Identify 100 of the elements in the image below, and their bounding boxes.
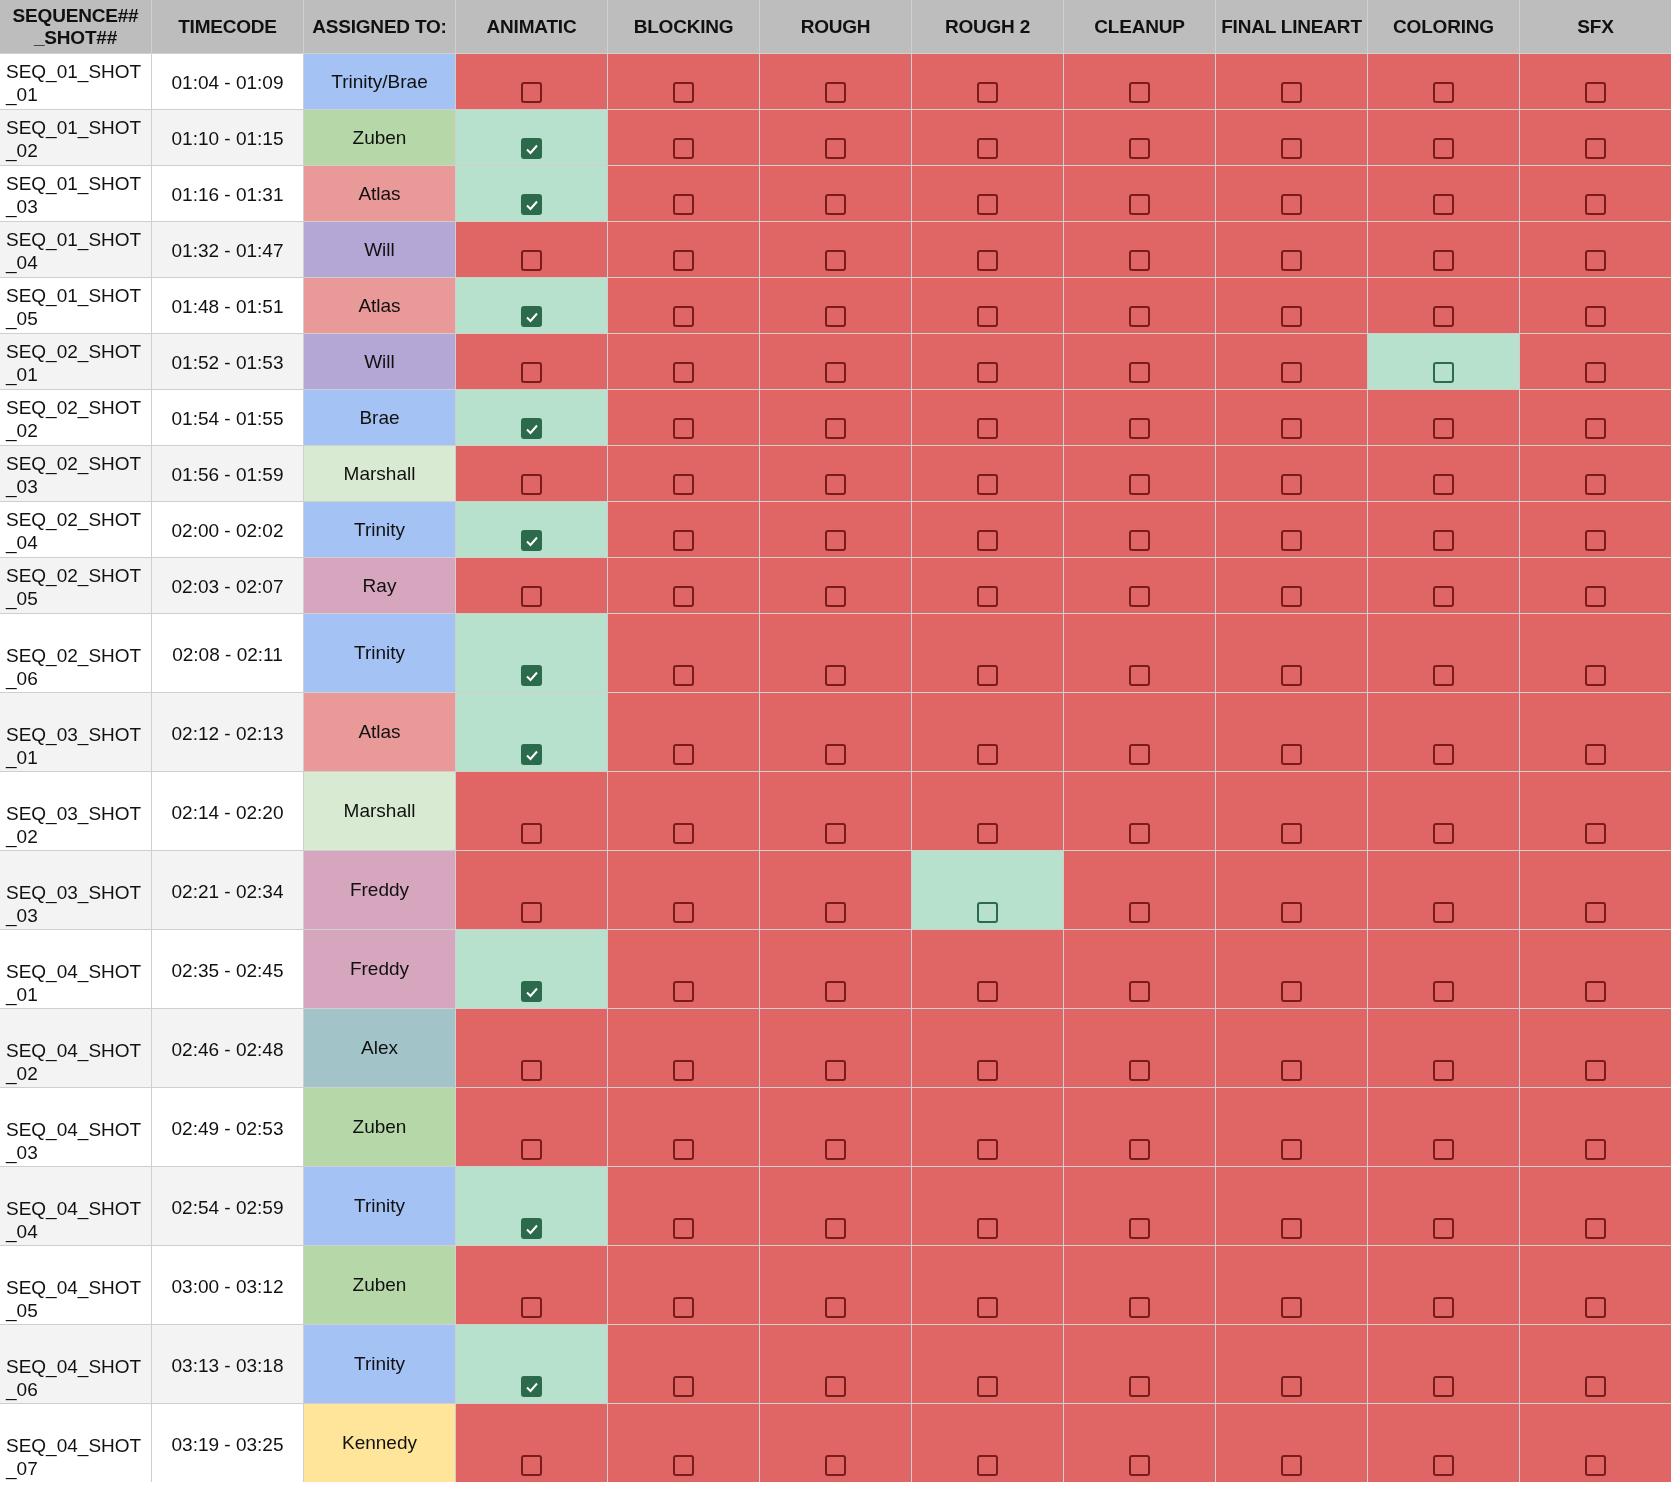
checkbox[interactable] [673,981,694,1002]
checkbox[interactable] [1433,981,1454,1002]
checkbox[interactable] [1281,1060,1302,1081]
checkbox[interactable] [1129,1376,1150,1397]
checkbox[interactable] [1585,138,1606,159]
checkbox[interactable] [977,981,998,1002]
checkbox[interactable] [1281,823,1302,844]
checkbox[interactable] [1281,82,1302,103]
checkbox[interactable] [1585,82,1606,103]
checkbox[interactable] [1585,981,1606,1002]
checkbox[interactable] [977,530,998,551]
checkbox[interactable] [1585,418,1606,439]
checkbox[interactable] [1129,1218,1150,1239]
checkbox[interactable] [1433,418,1454,439]
checkbox[interactable] [1281,1218,1302,1239]
checkbox[interactable] [977,1376,998,1397]
checkbox[interactable] [521,250,542,271]
checkbox[interactable] [521,586,542,607]
checkbox[interactable] [1585,1455,1606,1476]
checkbox[interactable] [521,418,542,439]
checkbox[interactable] [521,1297,542,1318]
checkbox[interactable] [1585,194,1606,215]
checkbox[interactable] [1281,1297,1302,1318]
checkbox[interactable] [521,530,542,551]
checkbox[interactable] [1433,138,1454,159]
checkbox[interactable] [1129,194,1150,215]
checkbox[interactable] [1281,1376,1302,1397]
checkbox[interactable] [1129,418,1150,439]
checkbox[interactable] [977,1139,998,1160]
checkbox[interactable] [1433,1060,1454,1081]
checkbox[interactable] [1129,981,1150,1002]
checkbox[interactable] [825,902,846,923]
checkbox[interactable] [1585,1218,1606,1239]
checkbox[interactable] [673,362,694,383]
checkbox[interactable] [1129,1455,1150,1476]
checkbox[interactable] [825,306,846,327]
checkbox[interactable] [1129,902,1150,923]
checkbox[interactable] [977,1060,998,1081]
checkbox[interactable] [1129,1139,1150,1160]
checkbox[interactable] [1129,138,1150,159]
checkbox[interactable] [825,586,846,607]
checkbox[interactable] [1129,744,1150,765]
checkbox[interactable] [1585,744,1606,765]
checkbox[interactable] [1281,362,1302,383]
checkbox[interactable] [521,362,542,383]
checkbox[interactable] [1585,665,1606,686]
checkbox[interactable] [673,194,694,215]
checkbox[interactable] [1433,1455,1454,1476]
checkbox[interactable] [977,194,998,215]
checkbox[interactable] [1281,981,1302,1002]
checkbox[interactable] [977,82,998,103]
checkbox[interactable] [521,138,542,159]
checkbox[interactable] [1433,1376,1454,1397]
checkbox[interactable] [1281,530,1302,551]
checkbox[interactable] [1585,1139,1606,1160]
checkbox[interactable] [977,1218,998,1239]
checkbox[interactable] [521,1218,542,1239]
checkbox[interactable] [1433,1139,1454,1160]
checkbox[interactable] [673,665,694,686]
checkbox[interactable] [1433,530,1454,551]
checkbox[interactable] [1585,823,1606,844]
checkbox[interactable] [1129,362,1150,383]
checkbox[interactable] [977,306,998,327]
checkbox[interactable] [977,823,998,844]
checkbox[interactable] [825,1139,846,1160]
checkbox[interactable] [521,823,542,844]
checkbox[interactable] [977,1297,998,1318]
checkbox[interactable] [1281,744,1302,765]
checkbox[interactable] [1585,1297,1606,1318]
checkbox[interactable] [673,902,694,923]
checkbox[interactable] [673,530,694,551]
checkbox[interactable] [673,306,694,327]
checkbox[interactable] [673,1376,694,1397]
checkbox[interactable] [1281,586,1302,607]
checkbox[interactable] [673,82,694,103]
checkbox[interactable] [521,665,542,686]
checkbox[interactable] [1433,1297,1454,1318]
checkbox[interactable] [1433,902,1454,923]
checkbox[interactable] [673,1218,694,1239]
checkbox[interactable] [521,1139,542,1160]
checkbox[interactable] [825,1455,846,1476]
checkbox[interactable] [1433,665,1454,686]
checkbox[interactable] [1585,586,1606,607]
checkbox[interactable] [1129,82,1150,103]
checkbox[interactable] [1433,1218,1454,1239]
checkbox[interactable] [1129,474,1150,495]
checkbox[interactable] [1129,530,1150,551]
checkbox[interactable] [673,474,694,495]
checkbox[interactable] [825,362,846,383]
checkbox[interactable] [1433,823,1454,844]
checkbox[interactable] [1281,1139,1302,1160]
checkbox[interactable] [1585,1376,1606,1397]
checkbox[interactable] [1129,665,1150,686]
checkbox[interactable] [825,418,846,439]
checkbox[interactable] [1281,902,1302,923]
checkbox[interactable] [673,1455,694,1476]
checkbox[interactable] [825,981,846,1002]
checkbox[interactable] [825,1376,846,1397]
checkbox[interactable] [521,1455,542,1476]
checkbox[interactable] [825,530,846,551]
